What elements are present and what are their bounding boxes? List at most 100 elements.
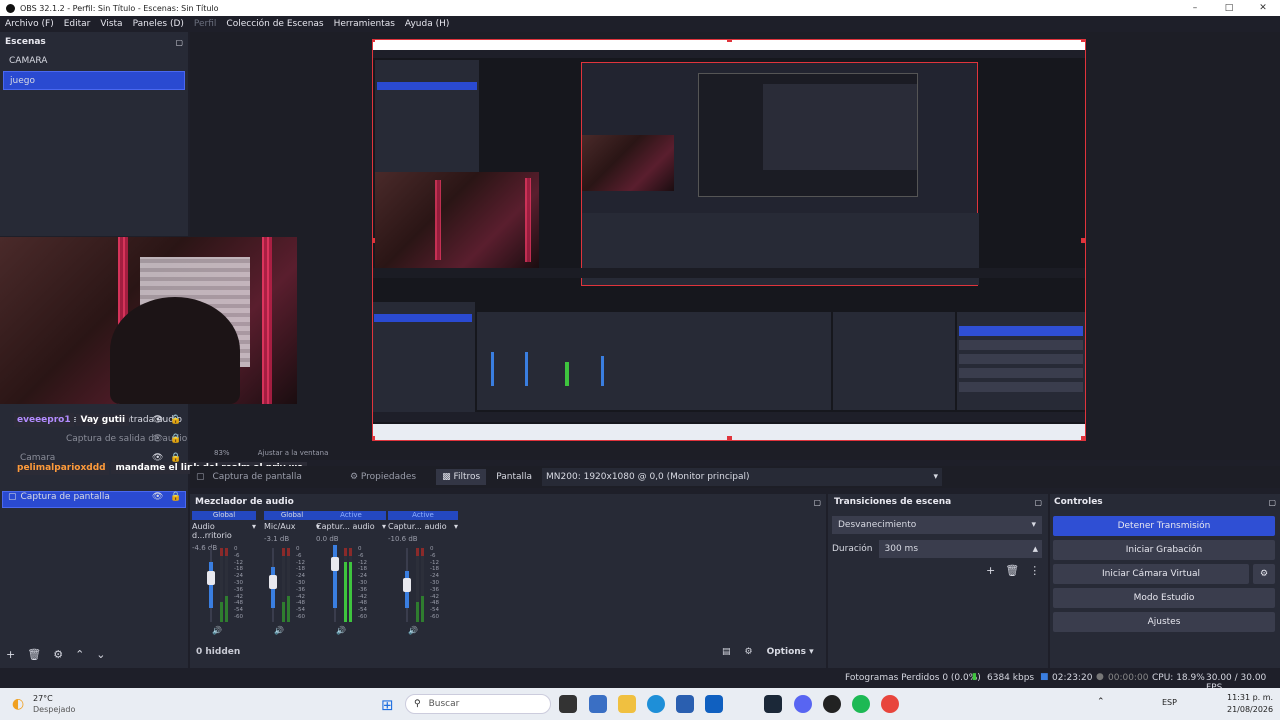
edge-icon[interactable] bbox=[647, 695, 665, 713]
layout-icon[interactable]: ▤ bbox=[722, 647, 731, 657]
studio-mode-button[interactable]: Modo Estudio bbox=[1053, 588, 1275, 608]
delete-source-icon[interactable]: 🗑 bbox=[27, 648, 41, 661]
menu-coleccion[interactable]: Colección de Escenas bbox=[226, 19, 323, 29]
volume-fader[interactable] bbox=[331, 545, 339, 622]
menu-paneles[interactable]: Paneles (D) bbox=[133, 19, 184, 29]
source-item-captura[interactable]: ▢ Captura de pantalla 👁 🔒 bbox=[0, 488, 188, 508]
spin-arrows-icon[interactable]: ▲ bbox=[1033, 540, 1038, 558]
hidden-count: 0 hidden bbox=[196, 647, 241, 657]
duration-spinbox[interactable]: 300 ms ▲ bbox=[878, 540, 1042, 558]
weather-desc[interactable]: Despejado bbox=[33, 705, 75, 714]
menu-vista[interactable]: Vista bbox=[100, 19, 122, 29]
move-down-icon[interactable]: ⌄ bbox=[96, 648, 105, 661]
duration-value: 300 ms bbox=[884, 544, 919, 554]
level-meter bbox=[225, 548, 228, 622]
start-virtual-camera-button[interactable]: Iniciar Cámara Virtual bbox=[1053, 564, 1249, 584]
volume-fader[interactable] bbox=[269, 548, 277, 622]
eye-icon[interactable]: 👁 bbox=[152, 488, 163, 507]
gear-icon[interactable]: ⚙ bbox=[53, 648, 63, 661]
lock-icon[interactable]: 🔒 bbox=[170, 411, 181, 430]
more-options-icon[interactable]: ⋮ bbox=[1029, 564, 1040, 577]
start-icon[interactable]: ⊞ bbox=[381, 696, 394, 714]
add-source-icon[interactable]: + bbox=[6, 648, 15, 661]
mute-icon[interactable]: 🔊 bbox=[274, 626, 284, 635]
lock-icon[interactable]: 🔒 bbox=[170, 430, 181, 449]
channel-db: -3.1 dB bbox=[264, 535, 290, 543]
menu-perfil[interactable]: Perfil bbox=[194, 19, 217, 29]
mute-icon[interactable]: 🔊 bbox=[336, 626, 346, 635]
screen-select[interactable]: MN200: 1920x1080 @ 0,0 (Monitor principa… bbox=[542, 468, 943, 486]
channel-name[interactable]: Captur... audio bbox=[388, 522, 447, 531]
taskbar-search[interactable]: ⚲ Buscar bbox=[405, 694, 551, 714]
fit-window[interactable]: Ajustar a la ventana bbox=[258, 449, 329, 457]
chrome-icon[interactable] bbox=[881, 695, 899, 713]
scene-item-juego[interactable]: juego bbox=[3, 71, 185, 90]
stop-streaming-button[interactable]: Detener Transmisión bbox=[1053, 516, 1275, 536]
current-source-label: Captura de pantalla bbox=[212, 472, 302, 482]
zoom-level[interactable]: 83% bbox=[214, 449, 230, 457]
tray-chevron-icon[interactable]: ⌃ bbox=[1097, 697, 1105, 707]
advanced-audio-icon[interactable]: ⚙ bbox=[745, 647, 753, 657]
channel-name[interactable]: Captur... audio bbox=[316, 522, 375, 531]
nested-camera bbox=[375, 172, 539, 268]
preview-canvas[interactable] bbox=[372, 39, 1086, 441]
steam-icon[interactable] bbox=[764, 695, 782, 713]
chevron-down-icon[interactable]: ▾ bbox=[382, 522, 386, 531]
clock-time[interactable]: 11:31 p. m. bbox=[1227, 693, 1273, 702]
channel-name[interactable]: Audio d...rritorio bbox=[192, 522, 252, 540]
close-button[interactable]: ✕ bbox=[1246, 0, 1280, 16]
weather-temp[interactable]: 27°C bbox=[33, 694, 53, 703]
virtual-camera-settings-icon[interactable]: ⚙ bbox=[1253, 564, 1275, 584]
menu-archivo[interactable]: Archivo (F) bbox=[5, 19, 54, 29]
meter-scale: 0 -6 -12 -18 -24 -30 -36 -42 -48 -54 -60 bbox=[430, 546, 439, 620]
undock-icon[interactable]: ▢ bbox=[1034, 498, 1042, 507]
lock-icon[interactable]: 🔒 bbox=[170, 488, 181, 507]
volume-fader[interactable] bbox=[403, 548, 411, 622]
discord-icon[interactable] bbox=[794, 695, 812, 713]
menu-ayuda[interactable]: Ayuda (H) bbox=[405, 19, 449, 29]
controls-dock: Controles ▢ Detener Transmisión Iniciar … bbox=[1050, 494, 1280, 668]
eye-icon[interactable]: 👁 bbox=[152, 430, 163, 449]
scene-item-camara[interactable]: CAMARA bbox=[3, 52, 185, 71]
obs-icon[interactable] bbox=[823, 695, 841, 713]
clock-date[interactable]: 21/08/2026 bbox=[1227, 705, 1273, 714]
maximize-button[interactable]: □ bbox=[1212, 0, 1246, 16]
properties-button[interactable]: ⚙ Propiedades bbox=[350, 472, 416, 482]
start-recording-button[interactable]: Iniciar Grabación bbox=[1053, 540, 1275, 560]
move-up-icon[interactable]: ⌃ bbox=[75, 648, 84, 661]
source-item-salida[interactable]: Captura de salida de audio 👁 🔒 bbox=[0, 430, 188, 449]
screen-select-value: MN200: 1920x1080 @ 0,0 (Monitor principa… bbox=[546, 472, 750, 482]
outlook-icon[interactable] bbox=[705, 695, 723, 713]
monitor-icon: ▢ bbox=[8, 492, 17, 502]
undock-icon[interactable]: ▢ bbox=[175, 38, 183, 47]
stream-icon: ■ bbox=[1040, 672, 1049, 682]
mixer-options-button[interactable]: Options ▾ bbox=[767, 647, 814, 657]
mixer-title: Mezclador de audio bbox=[195, 497, 294, 507]
add-transition-icon[interactable]: + bbox=[986, 564, 995, 577]
eye-icon[interactable]: 👁 bbox=[152, 411, 163, 430]
taskview-icon[interactable] bbox=[559, 695, 577, 713]
store-icon[interactable] bbox=[676, 695, 694, 713]
cpu-usage: CPU: 18.9% bbox=[1152, 673, 1205, 683]
undock-icon[interactable]: ▢ bbox=[1268, 498, 1276, 507]
undock-icon[interactable]: ▢ bbox=[813, 498, 821, 507]
mute-icon[interactable]: 🔊 bbox=[408, 626, 418, 635]
delete-transition-icon[interactable]: 🗑 bbox=[1005, 564, 1019, 577]
weather-icon[interactable]: ◐ bbox=[12, 696, 24, 712]
menu-herramientas[interactable]: Herramientas bbox=[334, 19, 395, 29]
channel-name[interactable]: Mic/Aux bbox=[264, 522, 296, 531]
settings-button[interactable]: Ajustes bbox=[1053, 612, 1275, 632]
minimize-button[interactable]: – bbox=[1178, 0, 1212, 16]
filters-button[interactable]: ▩ Filtros bbox=[436, 469, 487, 485]
chevron-down-icon[interactable]: ▾ bbox=[454, 522, 458, 531]
file-explorer-icon[interactable] bbox=[618, 695, 636, 713]
mute-icon[interactable]: 🔊 bbox=[212, 626, 222, 635]
language-indicator[interactable]: ESP bbox=[1162, 698, 1177, 707]
transition-select[interactable]: Desvanecimiento ▾ bbox=[832, 516, 1042, 534]
volume-fader[interactable] bbox=[207, 548, 215, 622]
chevron-down-icon[interactable]: ▾ bbox=[252, 522, 256, 540]
spotify-icon[interactable] bbox=[852, 695, 870, 713]
menu-editar[interactable]: Editar bbox=[64, 19, 91, 29]
app-icon[interactable] bbox=[589, 695, 607, 713]
camera-overlay bbox=[0, 237, 297, 404]
